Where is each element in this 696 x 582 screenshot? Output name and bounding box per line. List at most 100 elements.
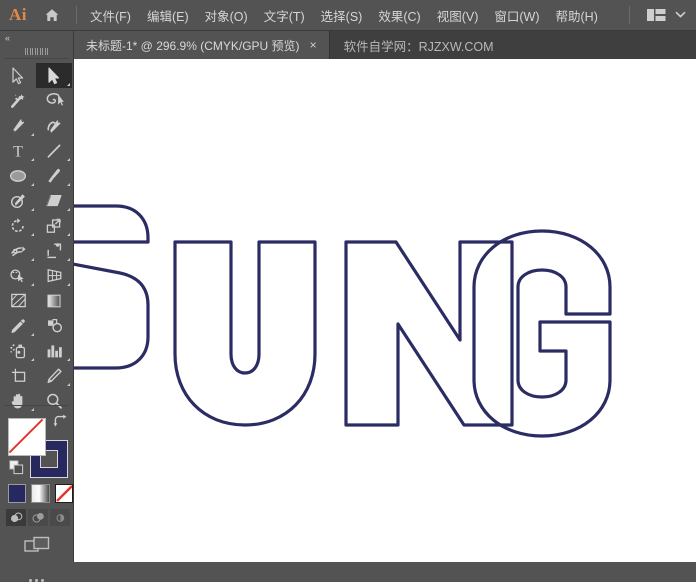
menu-view[interactable]: 视图(V) (436, 4, 480, 27)
text-outline-artwork[interactable] (74, 59, 696, 562)
eyedropper-glyph (9, 317, 27, 335)
magic-wand-glyph (9, 92, 27, 110)
document-canvas[interactable] (74, 59, 696, 562)
curvature-tool-icon[interactable] (36, 113, 72, 138)
none-mode-button[interactable] (55, 484, 73, 503)
slice-glyph (45, 367, 63, 385)
lasso-tool-icon[interactable] (36, 88, 72, 113)
blend-tool-icon[interactable] (36, 313, 72, 338)
menu-edit[interactable]: 编辑(E) (146, 4, 190, 27)
illustrator-window: Ai 文件(F) 编辑(E) 对象(O) 文字(T) 选择(S) 效果(C) 视… (0, 0, 696, 562)
menu-file[interactable]: 文件(F) (89, 4, 132, 27)
chevron-down-icon[interactable] (675, 11, 686, 20)
tool-flyout-indicator (31, 333, 34, 336)
rotate-tool-icon[interactable] (0, 213, 36, 238)
tool-flyout-indicator (67, 233, 70, 236)
document-tab-active[interactable]: 未标题-1* @ 296.9% (CMYK/GPU 预览) × (74, 31, 330, 59)
menu-window[interactable]: 窗口(W) (493, 4, 540, 27)
menu-divider (76, 6, 77, 24)
tool-flyout-indicator (31, 208, 34, 211)
line-segment-glyph (45, 142, 63, 160)
shape-builder-tool-icon[interactable] (0, 263, 36, 288)
tool-flyout-indicator (31, 283, 34, 286)
mesh-tool-icon[interactable] (0, 288, 36, 313)
tool-row (0, 63, 73, 88)
artboard-glyph (9, 367, 28, 384)
slice-tool-icon[interactable] (36, 363, 72, 388)
draw-behind-button[interactable] (28, 509, 48, 526)
document-tab-bar: 未标题-1* @ 296.9% (CMYK/GPU 预览) × 软件自学网：RJ… (74, 31, 696, 60)
fill-stroke-controls (8, 412, 73, 480)
symbol-sprayer-glyph (9, 342, 28, 360)
scale-tool-icon[interactable] (36, 213, 72, 238)
none-slash-icon (8, 418, 44, 454)
menu-help[interactable]: 帮助(H) (555, 4, 599, 27)
pen-tool-icon[interactable] (0, 113, 36, 138)
color-mode-button[interactable] (8, 484, 26, 503)
tool-flyout-indicator (67, 158, 70, 161)
draw-normal-button[interactable] (6, 509, 26, 526)
draw-mode-buttons (6, 509, 73, 526)
tool-flyout-indicator (67, 183, 70, 186)
double-chevron-left-icon: « (5, 34, 9, 43)
ellipse-tool-icon[interactable] (0, 163, 36, 188)
perspective-grid-tool-icon[interactable] (36, 263, 72, 288)
screen-mode-glyph (24, 536, 50, 557)
screen-mode-icon[interactable] (0, 536, 73, 557)
type-tool-icon[interactable]: T (0, 138, 36, 163)
app-logo: Ai (0, 0, 36, 30)
free-transform-tool-icon[interactable] (36, 238, 72, 263)
tool-row (0, 238, 73, 263)
magic-wand-tool-icon[interactable] (0, 88, 36, 113)
gradient-mode-button[interactable] (31, 484, 49, 503)
shaper-tool-icon[interactable] (0, 188, 36, 213)
paintbrush-glyph (45, 167, 63, 185)
tool-row (0, 163, 73, 188)
shaper-glyph (9, 192, 28, 210)
draw-behind-glyph (32, 512, 45, 524)
draw-inside-button[interactable] (50, 509, 70, 526)
gradient-tool-icon[interactable] (36, 288, 72, 313)
lasso-glyph (45, 92, 64, 110)
eyedropper-tool-icon[interactable] (0, 313, 36, 338)
letter-S-outline (74, 206, 148, 368)
workspace-layout-icon[interactable] (647, 8, 666, 22)
home-icon[interactable] (36, 0, 68, 30)
tool-row (0, 288, 73, 313)
paintbrush-tool-icon[interactable] (36, 163, 72, 188)
color-divider (4, 405, 69, 406)
column-graph-tool-icon[interactable] (36, 338, 72, 363)
tool-flyout-indicator (31, 133, 34, 136)
tool-flyout-indicator (67, 283, 70, 286)
direct-selection-tool-icon[interactable] (36, 63, 72, 88)
eraser-glyph (44, 193, 64, 209)
home-icon-glyph (44, 7, 60, 23)
width-glyph (9, 242, 28, 260)
eraser-tool-icon[interactable] (36, 188, 72, 213)
tool-row (0, 88, 73, 113)
close-icon[interactable]: × (309, 39, 318, 51)
document-tab-title: 未标题-1* @ 296.9% (CMYK/GPU 预览) (86, 37, 300, 54)
width-tool-icon[interactable] (0, 238, 36, 263)
swap-fill-stroke-icon[interactable] (53, 414, 68, 432)
line-segment-tool-icon[interactable] (36, 138, 72, 163)
artboard-tool-icon[interactable] (0, 363, 36, 388)
selection-tool-icon[interactable] (0, 63, 36, 88)
menu-type[interactable]: 文字(T) (263, 4, 306, 27)
direct-selection-tool-glyph (46, 67, 62, 85)
fill-swatch-none[interactable] (8, 418, 46, 456)
collapse-panel-button[interactable]: « (0, 31, 73, 45)
mesh-glyph (9, 292, 28, 309)
tool-flyout-indicator (31, 233, 34, 236)
blend-glyph (45, 317, 64, 334)
tool-flyout-indicator (67, 358, 70, 361)
menu-effect[interactable]: 效果(C) (377, 4, 421, 27)
menu-select[interactable]: 选择(S) (320, 4, 364, 27)
menu-right-divider (629, 6, 630, 24)
panel-grip-handle[interactable] (0, 45, 73, 57)
default-fill-stroke-icon[interactable] (9, 460, 24, 480)
menu-object[interactable]: 对象(O) (204, 4, 249, 27)
default-swatch-glyph (9, 460, 24, 475)
tool-button-grid: T (0, 61, 73, 413)
symbol-sprayer-tool-icon[interactable] (0, 338, 36, 363)
